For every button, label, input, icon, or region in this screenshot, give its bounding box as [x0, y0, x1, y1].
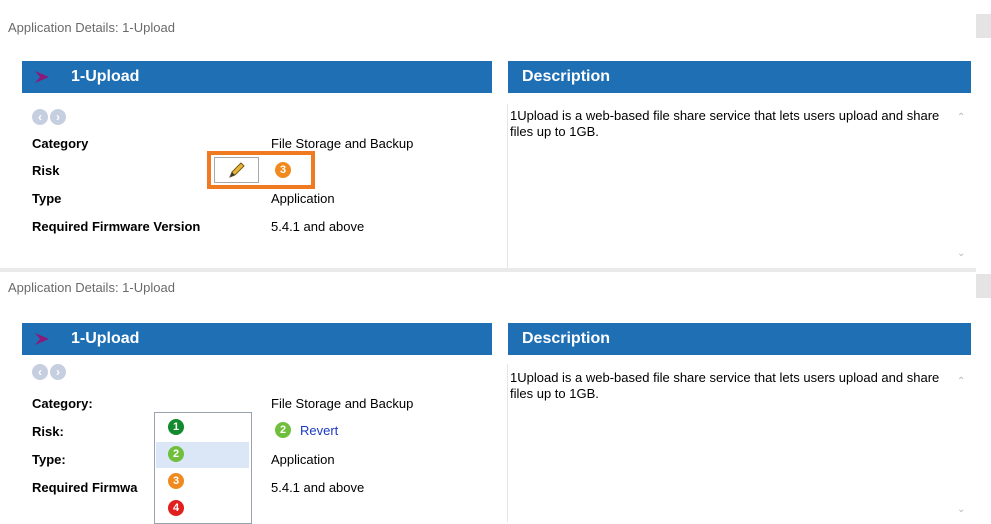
description-header: Description [508, 61, 971, 93]
pencil-icon [229, 162, 245, 178]
risk-dropdown[interactable]: 1 2 3 4 [154, 412, 252, 524]
app-header: 1-Upload [22, 61, 492, 93]
description-text: 1Upload is a web-based file share servic… [510, 370, 940, 401]
description-heading: Description [522, 68, 611, 85]
scroll-down-icon[interactable]: ⌄ [957, 248, 965, 259]
back-arrow-icon[interactable]: ‹ [32, 109, 48, 125]
firmware-value: 5.4.1 and above [271, 219, 365, 234]
window-title: Application Details: 1-Upload [8, 20, 175, 35]
risk-edit-button[interactable] [214, 157, 259, 183]
app-header: 1-Upload [22, 323, 492, 355]
type-value: Application [271, 452, 335, 467]
description-text: 1Upload is a web-based file share servic… [510, 108, 940, 139]
forward-arrow-icon[interactable]: › [50, 364, 66, 380]
forward-arrow-icon[interactable]: › [50, 109, 66, 125]
risk-option-1[interactable]: 1 [156, 415, 249, 441]
window-edge [976, 274, 991, 298]
category-label: Category [32, 136, 89, 151]
firmware-label: Required Firmware Version [32, 219, 201, 234]
description-panel: 1Upload is a web-based file share servic… [507, 104, 972, 268]
risk-badge: 3 [275, 162, 291, 178]
revert-link[interactable]: Revert [300, 423, 338, 438]
risk-label: Risk: [32, 424, 64, 439]
risk-option-2[interactable]: 2 [156, 442, 249, 468]
risk-badge: 2 [275, 422, 291, 438]
risk-option-3[interactable]: 3 [156, 469, 249, 495]
app-title: 1-Upload [71, 330, 140, 347]
risk-level-badge: 2 [168, 446, 184, 462]
risk-level-badge: 4 [168, 500, 184, 516]
description-scrollbar[interactable]: ⌃ ⌄ [954, 364, 972, 522]
firmware-label: Required Firmwa [32, 480, 138, 495]
scroll-up-icon[interactable]: ⌃ [957, 112, 965, 123]
description-header: Description [508, 323, 971, 355]
window-title: Application Details: 1-Upload [8, 280, 175, 295]
firmware-value: 5.4.1 and above [271, 480, 365, 495]
type-label: Type: [32, 452, 66, 467]
risk-level-badge: 1 [168, 419, 184, 435]
category-value: File Storage and Backup [271, 136, 414, 151]
risk-label: Risk [32, 163, 60, 178]
risk-option-4[interactable]: 4 [156, 496, 249, 522]
description-panel: 1Upload is a web-based file share servic… [507, 364, 972, 522]
top-panel: Application Details: 1-Upload 1-Upload D… [0, 0, 991, 268]
description-scrollbar[interactable]: ⌃ ⌄ [954, 104, 972, 268]
back-arrow-icon[interactable]: ‹ [32, 364, 48, 380]
description-heading: Description [522, 330, 611, 347]
scroll-up-icon[interactable]: ⌃ [957, 376, 965, 387]
risk-level-badge: 3 [168, 473, 184, 489]
app-logo-icon [35, 333, 49, 345]
app-logo-icon [35, 71, 49, 83]
type-value: Application [271, 191, 335, 206]
window-edge [976, 14, 991, 38]
type-label: Type [32, 191, 62, 206]
category-value: File Storage and Backup [271, 396, 414, 411]
app-title: 1-Upload [71, 68, 140, 85]
scroll-down-icon[interactable]: ⌄ [957, 504, 965, 515]
category-label: Category: [32, 396, 93, 411]
bottom-panel: Application Details: 1-Upload 1-Upload D… [0, 272, 991, 524]
